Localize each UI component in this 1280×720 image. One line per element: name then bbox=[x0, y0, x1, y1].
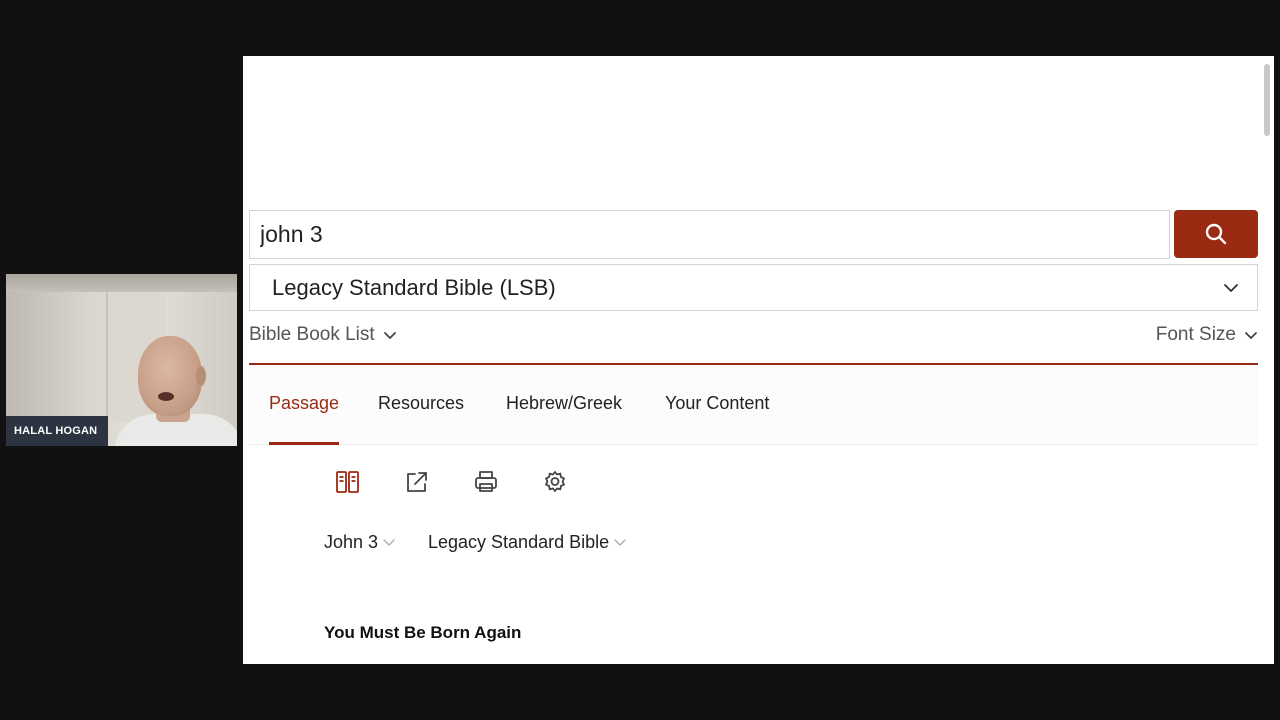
webcam-video: HALAL HOGAN bbox=[6, 274, 237, 446]
font-size-label: Font Size bbox=[1155, 324, 1236, 345]
passage-section-heading: You Must Be Born Again bbox=[324, 623, 522, 642]
participant-name-label: HALAL HOGAN bbox=[6, 416, 108, 446]
chevron-down-icon bbox=[1245, 331, 1257, 339]
print-icon bbox=[475, 471, 497, 492]
font-size-dropdown[interactable]: Font Size bbox=[1156, 324, 1258, 346]
share-icon bbox=[407, 472, 427, 492]
tab-hebrew-greek[interactable]: Hebrew/Greek bbox=[506, 393, 622, 414]
bible-version-selected: Legacy Standard Bible (LSB) bbox=[272, 274, 556, 300]
passage-version-select[interactable]: Legacy Standard Bible bbox=[428, 532, 627, 553]
screen: HALAL HOGAN Legacy Standard Bible (LSB) … bbox=[0, 0, 1280, 720]
bible-book-list-label: Bible Book List bbox=[249, 324, 375, 345]
webcam-person-mouth bbox=[158, 392, 174, 401]
settings-icon bbox=[545, 471, 565, 492]
settings-button[interactable] bbox=[540, 467, 570, 497]
bible-version-select[interactable]: Legacy Standard Bible (LSB) bbox=[249, 264, 1258, 311]
bible-web-page: Legacy Standard Bible (LSB) Bible Book L… bbox=[243, 56, 1274, 664]
passage-reference: John 3 bbox=[324, 532, 379, 552]
passage-version: Legacy Standard Bible bbox=[428, 532, 610, 552]
webcam-person-ear bbox=[196, 366, 206, 386]
bible-book-list-dropdown[interactable]: Bible Book List bbox=[249, 324, 397, 346]
tab-bar: Passage Resources Hebrew/Greek Your Cont… bbox=[249, 365, 1258, 445]
chevron-down-icon bbox=[614, 539, 626, 546]
parallel-button[interactable] bbox=[333, 467, 363, 497]
passage-reference-select[interactable]: John 3 bbox=[324, 532, 396, 553]
webcam-ceiling bbox=[6, 274, 237, 292]
search-icon bbox=[1205, 223, 1227, 245]
chevron-down-icon bbox=[1224, 283, 1238, 292]
passage-panel: Passage Resources Hebrew/Greek Your Cont… bbox=[249, 365, 1258, 664]
chevron-down-icon bbox=[383, 331, 396, 339]
tab-your-content[interactable]: Your Content bbox=[665, 393, 769, 414]
sub-navigation: Bible Book List Font Size bbox=[249, 320, 1258, 350]
search-input[interactable] bbox=[249, 210, 1170, 259]
parallel-icon bbox=[336, 471, 359, 493]
active-tab-indicator bbox=[269, 442, 339, 445]
page-scrollbar[interactable] bbox=[1264, 64, 1270, 136]
tab-passage[interactable]: Passage bbox=[269, 393, 339, 414]
search-button[interactable] bbox=[1174, 210, 1258, 258]
tab-resources[interactable]: Resources bbox=[378, 393, 464, 414]
chevron-down-icon bbox=[383, 539, 395, 546]
webcam-person-head bbox=[138, 336, 202, 416]
share-button[interactable] bbox=[402, 467, 432, 497]
print-button[interactable] bbox=[471, 467, 501, 497]
